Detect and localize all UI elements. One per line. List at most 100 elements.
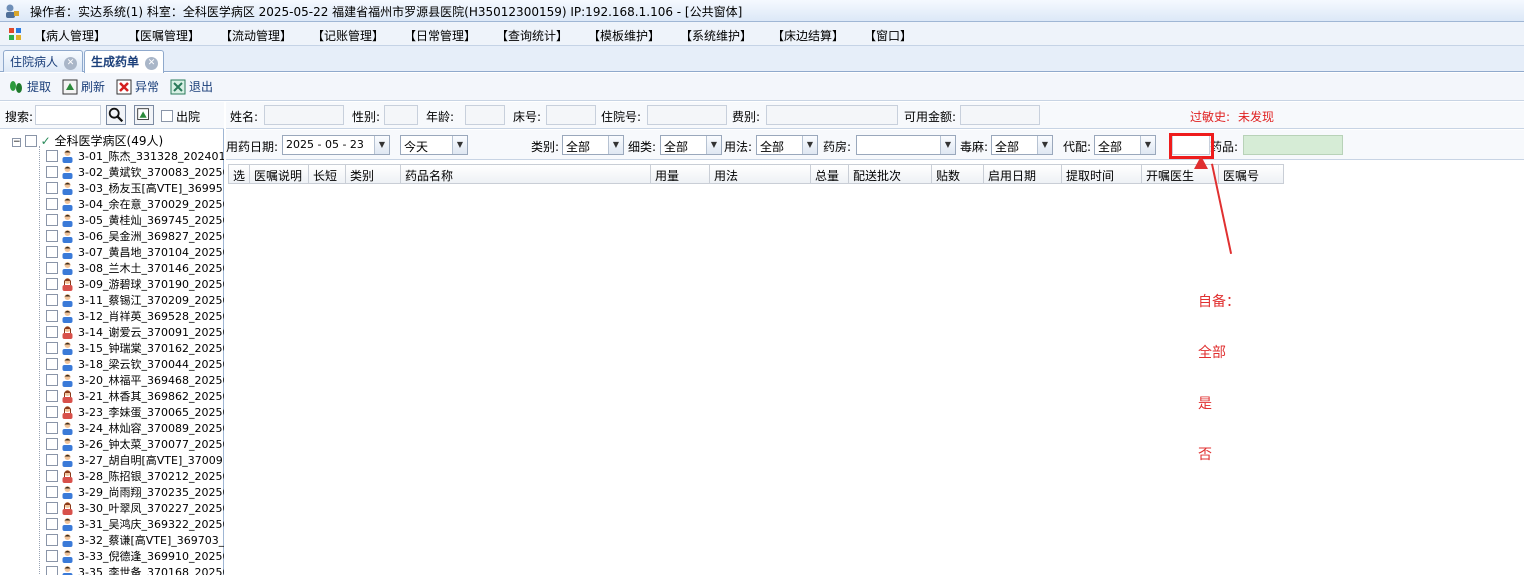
menu-window[interactable]: 【窗口】	[864, 27, 912, 44]
patient-checkbox[interactable]	[46, 422, 58, 434]
chevron-down-icon[interactable]: ▼	[452, 136, 467, 154]
patient-list-item[interactable]: 3-06_吴金洲_369827_202505	[46, 228, 224, 244]
patient-list-item[interactable]: 3-05_黄桂灿_369745_202505	[46, 212, 224, 228]
patient-checkbox[interactable]	[46, 470, 58, 482]
column-header[interactable]: 医嘱说明	[250, 164, 309, 184]
column-header[interactable]: 用法	[710, 164, 811, 184]
usage-select[interactable]: 全部 ▼	[756, 135, 818, 155]
column-header[interactable]: 启用日期	[984, 164, 1062, 184]
patient-list-item[interactable]: 3-26_钟太菜_370077_202505	[46, 436, 224, 452]
patient-checkbox[interactable]	[46, 534, 58, 546]
abnormal-button[interactable]: 异常	[116, 78, 159, 95]
menu-template-maintenance[interactable]: 【模板维护】	[588, 27, 660, 44]
patient-list-item[interactable]: 3-29_尚雨翔_370235_202505	[46, 484, 224, 500]
tab-generate-drug-list[interactable]: 生成药单 ✕	[84, 50, 164, 73]
column-header[interactable]: 总量	[811, 164, 849, 184]
patient-checkbox[interactable]	[46, 326, 58, 338]
patient-checkbox[interactable]	[46, 502, 58, 514]
column-header[interactable]: 长短	[309, 164, 346, 184]
patient-list-item[interactable]: 3-15_钟瑞棠_370162_202505	[46, 340, 224, 356]
tab-inpatients[interactable]: 住院病人 ✕	[3, 50, 83, 72]
patient-checkbox[interactable]	[46, 214, 58, 226]
patient-list-item[interactable]: 3-23_李妹蛋_370065_202505	[46, 404, 224, 420]
column-header[interactable]: 用量	[651, 164, 710, 184]
chevron-down-icon[interactable]: ▼	[802, 136, 817, 154]
patient-checkbox[interactable]	[46, 406, 58, 418]
column-header[interactable]: 选	[228, 164, 250, 184]
column-header[interactable]: 医嘱号	[1219, 164, 1284, 184]
patient-checkbox[interactable]	[46, 182, 58, 194]
patient-checkbox[interactable]	[46, 310, 58, 322]
collapse-icon[interactable]: −	[12, 138, 21, 147]
column-header[interactable]: 提取时间	[1062, 164, 1142, 184]
column-header[interactable]: 配送批次	[849, 164, 932, 184]
chevron-down-icon[interactable]: ▼	[706, 136, 721, 154]
patient-list-item[interactable]: 3-32_蔡谦[高VTE]_369703_	[46, 532, 224, 548]
patient-list-item[interactable]: 3-35_李世备_370168_202505	[46, 564, 224, 575]
close-icon[interactable]: ✕	[64, 57, 78, 70]
patient-list-item[interactable]: 3-27_胡自明[高VTE]_37009	[46, 452, 224, 468]
column-header[interactable]: 贴数	[932, 164, 984, 184]
menu-patient-management[interactable]: 【病人管理】	[34, 27, 106, 44]
column-header[interactable]: 类别	[346, 164, 401, 184]
patient-checkbox[interactable]	[46, 358, 58, 370]
menu-bedside-settlement[interactable]: 【床边结算】	[772, 27, 844, 44]
patient-checkbox[interactable]	[46, 438, 58, 450]
patient-list-item[interactable]: 3-30_叶翠凤_370227_202505	[46, 500, 224, 516]
patient-checkbox[interactable]	[46, 550, 58, 562]
tree-root[interactable]: − ✓ 全科医学病区(49人)	[12, 132, 163, 148]
dispense-select[interactable]: 全部 ▼	[1094, 135, 1156, 155]
pharmacy-select[interactable]: ▼	[856, 135, 956, 155]
patient-checkbox[interactable]	[46, 518, 58, 530]
patient-list-item[interactable]: 3-03_杨友玉[高VTE]_36995	[46, 180, 224, 196]
patient-checkbox[interactable]	[46, 390, 58, 402]
column-header[interactable]: 药品名称	[401, 164, 651, 184]
patient-checkbox[interactable]	[46, 566, 58, 575]
patient-list-item[interactable]: 3-07_黄昌地_370104_202505	[46, 244, 224, 260]
patient-checkbox[interactable]	[46, 342, 58, 354]
patient-list-item[interactable]: 3-33_倪德逢_369910_202505	[46, 548, 224, 564]
subcategory-select[interactable]: 全部 ▼	[660, 135, 722, 155]
fetch-button[interactable]: 提取	[8, 78, 51, 95]
close-icon[interactable]: ✕	[145, 57, 159, 70]
patient-checkbox[interactable]	[46, 486, 58, 498]
menu-billing-management[interactable]: 【记账管理】	[312, 27, 384, 44]
chevron-down-icon[interactable]: ▼	[374, 136, 389, 154]
patient-list-item[interactable]: 3-14_谢爱云_370091_202505	[46, 324, 224, 340]
search-button[interactable]	[106, 105, 126, 125]
patient-list-item[interactable]: 3-12_肖祥英_369528_202505	[46, 308, 224, 324]
patient-checkbox[interactable]	[46, 246, 58, 258]
patient-list-item[interactable]: 3-31_吴鸿庆_369322_202505	[46, 516, 224, 532]
menu-grid-icon[interactable]	[8, 27, 22, 41]
patient-list-item[interactable]: 3-01_陈杰_331328_2024010	[46, 148, 224, 164]
discharge-checkbox[interactable]	[161, 110, 173, 122]
patient-checkbox[interactable]	[46, 294, 58, 306]
patient-checkbox[interactable]	[46, 454, 58, 466]
patient-list-item[interactable]: 3-11_蔡锡江_370209_202505	[46, 292, 224, 308]
patient-checkbox[interactable]	[46, 166, 58, 178]
chevron-down-icon[interactable]: ▼	[1037, 136, 1052, 154]
patient-checkbox[interactable]	[46, 278, 58, 290]
patient-checkbox[interactable]	[46, 374, 58, 386]
patient-list-item[interactable]: 3-09_游碧球_370190_202505	[46, 276, 224, 292]
search-input[interactable]	[35, 105, 101, 125]
chevron-down-icon[interactable]: ▼	[1140, 136, 1155, 154]
tree-refresh-button[interactable]	[134, 105, 154, 125]
menu-query-statistics[interactable]: 【查询统计】	[496, 27, 568, 44]
patient-checkbox[interactable]	[46, 150, 58, 162]
day-select[interactable]: 今天 ▼	[400, 135, 468, 155]
patient-checkbox[interactable]	[46, 198, 58, 210]
patient-checkbox[interactable]	[46, 230, 58, 242]
patient-list-item[interactable]: 3-02_黄斌钦_370083_202505	[46, 164, 224, 180]
patient-list-item[interactable]: 3-08_兰木土_370146_202505	[46, 260, 224, 276]
patient-list-item[interactable]: 3-04_余在意_370029_202505	[46, 196, 224, 212]
patient-list-item[interactable]: 3-21_林香其_369862_202505	[46, 388, 224, 404]
category-select[interactable]: 全部 ▼	[562, 135, 624, 155]
patient-list-item[interactable]: 3-18_梁云钦_370044_202505	[46, 356, 224, 372]
narcotic-select[interactable]: 全部 ▼	[991, 135, 1053, 155]
date-picker[interactable]: 2025 - 05 - 23 ▼	[282, 135, 390, 155]
patient-list-item[interactable]: 3-28_陈招银_370212_202505	[46, 468, 224, 484]
exit-button[interactable]: 退出	[170, 78, 213, 95]
patient-list-item[interactable]: 3-20_林福平_369468_202505	[46, 372, 224, 388]
patient-list-item[interactable]: 3-24_林灿容_370089_202505	[46, 420, 224, 436]
